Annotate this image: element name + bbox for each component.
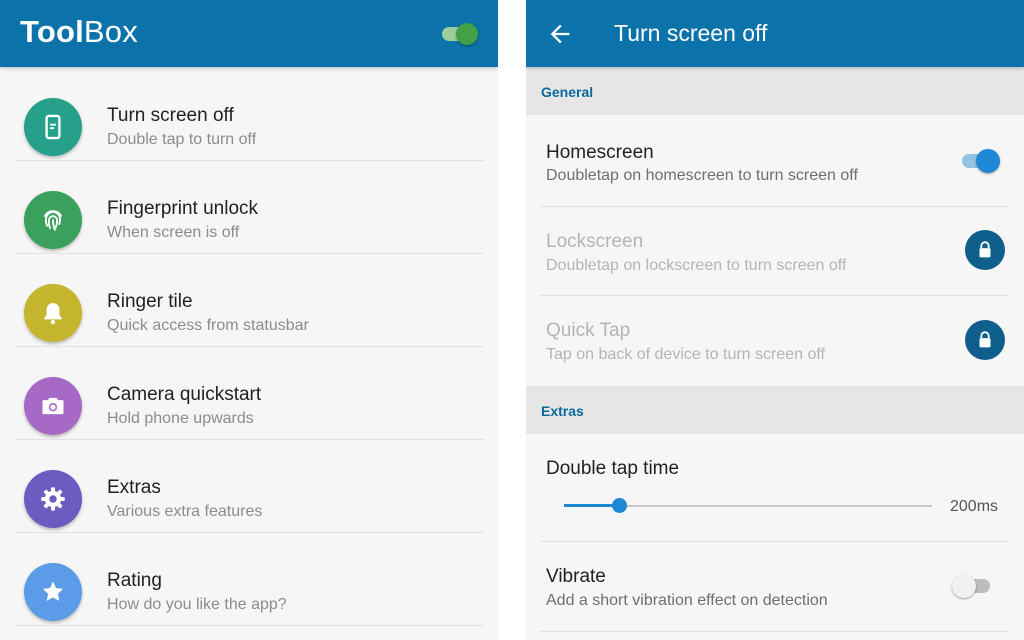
pref-title: Double tap time xyxy=(546,458,680,479)
menu-item-subtitle: Quick access from statusbar xyxy=(107,317,309,334)
menu-item-title: Camera quickstart xyxy=(107,384,262,405)
menu-item-extras[interactable]: Extras Various extra features xyxy=(0,439,498,533)
menu-item-subtitle: How do you like the app? xyxy=(107,596,287,613)
app-bar: Turn screen off xyxy=(526,0,1024,67)
turn-screen-off-settings-screen: Turn screen off General Homescreen Doubl… xyxy=(526,0,1024,640)
pref-quick-tap[interactable]: Quick Tap Tap on back of device to turn … xyxy=(526,296,1024,386)
divider xyxy=(540,631,1008,632)
menu-item-subtitle: When screen is off xyxy=(107,224,240,241)
slider-value-label: 200ms xyxy=(950,498,999,515)
pref-vibrate[interactable]: Vibrate Add a short vibration effect on … xyxy=(526,542,1024,632)
divider xyxy=(16,625,484,626)
section-header-extras: Extras xyxy=(526,386,1024,434)
back-arrow-icon[interactable] xyxy=(546,20,574,48)
menu-item-rating[interactable]: Rating How do you like the app? xyxy=(0,532,498,626)
pref-homescreen[interactable]: Homescreen Doubletap on homescreen to tu… xyxy=(526,115,1024,207)
pref-lockscreen[interactable]: Lockscreen Doubletap on lockscreen to tu… xyxy=(526,207,1024,296)
pref-title: Vibrate xyxy=(546,566,606,587)
fingerprint-icon xyxy=(24,191,82,249)
pref-double-tap-time: Double tap time 200ms xyxy=(526,434,1024,542)
menu-item-fingerprint-unlock[interactable]: Fingerprint unlock When screen is off xyxy=(0,160,498,254)
pref-title: Quick Tap xyxy=(546,320,631,341)
section-header-general: General xyxy=(526,67,1024,115)
pref-title: Homescreen xyxy=(546,142,654,163)
phone-screen-icon xyxy=(24,98,82,156)
menu-item-camera-quickstart[interactable]: Camera quickstart Hold phone upwards xyxy=(0,346,498,440)
gear-icon xyxy=(24,470,82,528)
star-icon xyxy=(24,563,82,621)
menu-item-turn-screen-off[interactable]: Turn screen off Double tap to turn off xyxy=(0,67,498,161)
pref-title: Lockscreen xyxy=(546,231,644,252)
toolbox-main-screen: ToolBox Turn screen off Double tap to tu… xyxy=(0,0,498,640)
app-bar: ToolBox xyxy=(0,0,498,67)
slider-thumb[interactable] xyxy=(612,498,627,513)
camera-icon xyxy=(24,377,82,435)
homescreen-toggle-switch[interactable] xyxy=(962,149,1002,173)
pref-subtitle: Tap on back of device to turn screen off xyxy=(546,346,825,363)
menu-item-title: Fingerprint unlock xyxy=(107,198,259,219)
menu-item-subtitle: Various extra features xyxy=(107,503,263,520)
screen-title: Turn screen off xyxy=(614,20,768,46)
vibrate-toggle-switch[interactable] xyxy=(952,574,992,598)
double-tap-time-slider[interactable] xyxy=(564,496,932,516)
bell-icon xyxy=(24,284,82,342)
pref-subtitle: Doubletap on homescreen to turn screen o… xyxy=(546,167,858,184)
menu-item-title: Turn screen off xyxy=(107,105,234,126)
lock-icon[interactable] xyxy=(965,320,1005,360)
menu-item-subtitle: Double tap to turn off xyxy=(107,131,257,148)
master-toggle-switch[interactable] xyxy=(440,22,480,46)
pref-subtitle: Add a short vibration effect on detectio… xyxy=(546,592,828,609)
menu-item-ringer-tile[interactable]: Ringer tile Quick access from statusbar xyxy=(0,253,498,347)
lock-icon[interactable] xyxy=(965,230,1005,270)
menu-item-title: Rating xyxy=(107,570,162,591)
menu-item-title: Extras xyxy=(107,477,161,498)
menu-item-title: Ringer tile xyxy=(107,291,193,312)
app-title: ToolBox xyxy=(20,14,138,49)
pref-subtitle: Doubletap on lockscreen to turn screen o… xyxy=(546,257,847,274)
menu-item-subtitle: Hold phone upwards xyxy=(107,410,254,427)
